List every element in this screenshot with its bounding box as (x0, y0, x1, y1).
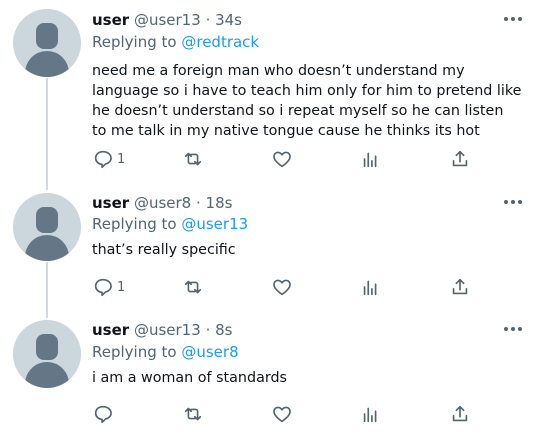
thread-line (46, 78, 48, 190)
replying-to: Replying to @user8 (92, 342, 239, 362)
timestamp[interactable]: · 8s (206, 321, 233, 339)
avatar[interactable] (13, 193, 81, 261)
display-name[interactable]: user (92, 194, 129, 212)
user-handle[interactable]: @user13 (134, 11, 201, 29)
replying-to-label: Replying to (92, 33, 177, 51)
tweet-header: user @user13 · 8s (92, 320, 232, 340)
reply-button[interactable]: 1 (92, 147, 125, 171)
reply-icon (94, 405, 112, 424)
more-options-icon[interactable] (504, 327, 522, 333)
like-button[interactable] (271, 275, 293, 299)
reply-count: 1 (117, 279, 126, 295)
tweet-actions: 1 (92, 147, 492, 171)
views-icon (363, 280, 377, 296)
reply-count: 1 (117, 151, 126, 167)
more-options-icon[interactable] (504, 200, 522, 206)
replying-to-handle[interactable]: @user8 (181, 343, 238, 361)
replying-to-label: Replying to (92, 343, 177, 361)
tweet-text: that’s really specific (92, 242, 236, 258)
views-button[interactable] (360, 402, 382, 426)
retweet-button[interactable] (182, 402, 204, 426)
tweet-text: need me a foreign man who doesn’t unders… (92, 63, 522, 139)
avatar[interactable] (13, 9, 81, 77)
share-button[interactable] (449, 275, 471, 299)
views-icon (363, 152, 377, 168)
user-handle[interactable]: @user13 (134, 321, 201, 339)
share-icon (452, 278, 468, 295)
retweet-icon (184, 407, 202, 421)
replying-to: Replying to @user13 (92, 214, 248, 234)
share-button[interactable] (449, 147, 471, 171)
reply-button[interactable] (92, 402, 117, 426)
display-name[interactable]: user (92, 11, 129, 29)
like-icon (273, 406, 291, 423)
reply-button[interactable]: 1 (92, 275, 125, 299)
retweet-button[interactable] (182, 275, 204, 299)
timestamp[interactable]: · 34s (206, 11, 242, 29)
like-button[interactable] (271, 147, 293, 171)
retweet-icon (184, 152, 202, 166)
like-button[interactable] (271, 402, 293, 426)
thread-line (46, 262, 48, 318)
views-icon (363, 407, 377, 423)
views-button[interactable] (360, 147, 382, 171)
reply-icon (94, 150, 112, 169)
share-icon (452, 405, 468, 422)
tweet-actions: 1 (92, 275, 492, 299)
replying-to-handle[interactable]: @user13 (181, 215, 248, 233)
avatar[interactable] (13, 320, 81, 388)
tweet-header: user @user13 · 34s (92, 10, 242, 30)
retweet-icon (184, 280, 202, 294)
replying-to: Replying to @redtrack (92, 32, 259, 52)
more-options-icon[interactable] (504, 17, 522, 23)
display-name[interactable]: user (92, 321, 129, 339)
replying-to-handle[interactable]: @redtrack (181, 33, 259, 51)
like-icon (273, 279, 291, 296)
retweet-button[interactable] (182, 147, 204, 171)
like-icon (273, 151, 291, 168)
share-button[interactable] (449, 402, 471, 426)
replying-to-label: Replying to (92, 215, 177, 233)
tweet-actions (92, 402, 492, 426)
timestamp[interactable]: · 18s (196, 194, 232, 212)
views-button[interactable] (360, 275, 382, 299)
reply-icon (94, 278, 112, 297)
tweet-text: i am a woman of standards (92, 370, 287, 386)
share-icon (452, 150, 468, 167)
user-handle[interactable]: @user8 (134, 194, 191, 212)
tweet-header: user @user8 · 18s (92, 193, 232, 213)
